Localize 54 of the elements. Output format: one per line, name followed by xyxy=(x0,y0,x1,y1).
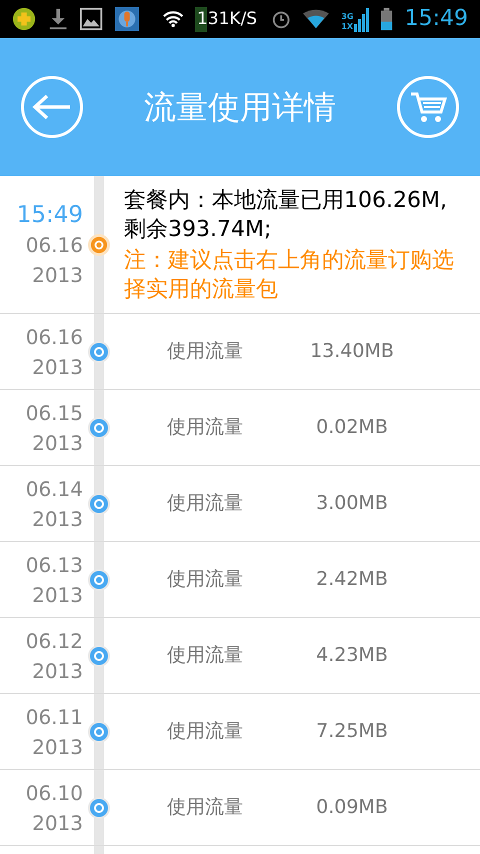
summary-date: 06.16 xyxy=(26,232,83,258)
record-year: 2013 xyxy=(32,810,83,836)
wifi-icon xyxy=(162,10,183,28)
summary-time: 15:49 xyxy=(16,200,83,230)
usage-amount: 4.23MB xyxy=(315,643,389,668)
clock-time: 15:49 xyxy=(404,8,468,30)
summary-year: 2013 xyxy=(32,262,83,288)
usage-label: 使用流量 xyxy=(167,339,244,364)
timeline-dot-icon xyxy=(88,568,110,590)
record-date: 06.16 xyxy=(26,324,83,350)
battery-icon xyxy=(381,7,393,31)
record-year: 2013 xyxy=(32,582,83,608)
timeline-dot-icon xyxy=(88,340,110,362)
record-year: 2013 xyxy=(32,734,83,760)
record-date: 06.11 xyxy=(26,704,83,730)
record-year: 2013 xyxy=(32,430,83,456)
timeline-dot-icon xyxy=(88,416,110,438)
timeline-dot-icon xyxy=(88,492,110,514)
order-tip: 注：建议点击右上角的流量订购选择实用的流量包 xyxy=(124,246,455,304)
network-speed: 131K/S xyxy=(194,6,260,32)
back-button[interactable] xyxy=(21,76,83,138)
record-date: 06.14 xyxy=(26,476,83,502)
usage-amount: 2.42MB xyxy=(315,567,389,592)
timeline-dot-icon xyxy=(88,720,110,742)
page-title: 流量使用详情 xyxy=(144,87,336,128)
plus-badge-icon xyxy=(12,6,36,32)
usage-amount: 0.09MB xyxy=(315,795,389,820)
record-year: 2013 xyxy=(32,658,83,684)
usage-amount: 0.02MB xyxy=(315,415,389,440)
usage-label: 使用流量 xyxy=(167,719,244,744)
record-date: 06.15 xyxy=(26,400,83,426)
usage-label: 使用流量 xyxy=(167,415,244,440)
usage-summary: 套餐内：本地流量已用106.26M,剩余393.74M; xyxy=(124,186,448,244)
record-date: 06.13 xyxy=(26,552,83,578)
microphone-icon xyxy=(114,6,139,32)
wifi-signal-icon xyxy=(303,9,330,29)
image-icon xyxy=(80,7,103,31)
record-year: 2013 xyxy=(32,354,83,380)
usage-amount: 7.25MB xyxy=(315,719,389,744)
download-icon xyxy=(48,6,68,32)
cart-button[interactable] xyxy=(397,76,459,138)
timeline-dot-icon xyxy=(88,644,110,666)
usage-amount: 13.40MB xyxy=(309,339,395,364)
record-date: 06.12 xyxy=(26,628,83,654)
usage-label: 使用流量 xyxy=(167,491,244,516)
timeline-dot-icon xyxy=(88,796,110,818)
cart-icon xyxy=(409,90,447,124)
usage-label: 使用流量 xyxy=(167,643,244,668)
usage-amount: 3.00MB xyxy=(315,491,389,516)
usage-label: 使用流量 xyxy=(167,795,244,820)
back-arrow-icon xyxy=(32,94,72,120)
usage-label: 使用流量 xyxy=(167,567,244,592)
record-year: 2013 xyxy=(32,506,83,532)
record-date: 06.10 xyxy=(26,780,83,806)
